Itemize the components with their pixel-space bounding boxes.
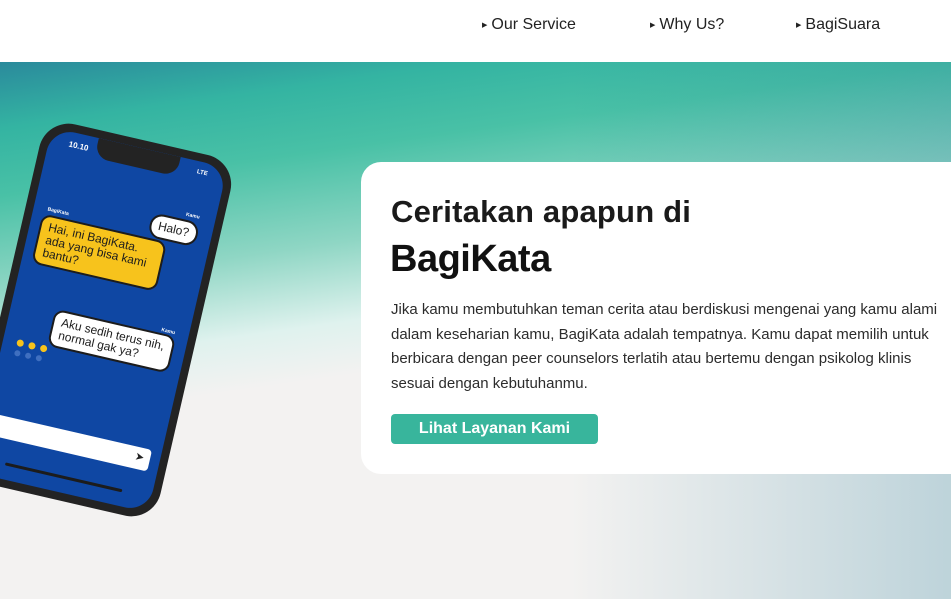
typing-dot bbox=[27, 341, 37, 351]
chat-bubble-user: Aku sedih terus nih, normal gak ya? bbox=[46, 308, 177, 374]
phone-home-bar bbox=[4, 462, 123, 493]
typing-dot bbox=[24, 352, 32, 360]
nav-label: Our Service bbox=[491, 16, 576, 33]
phone-network: LTE bbox=[196, 169, 209, 178]
bullet-triangle-icon: ▶ bbox=[796, 22, 802, 29]
nav-why-us[interactable]: ▶ Why Us? bbox=[650, 16, 724, 34]
hero-heading: Ceritakan apapun di bbox=[391, 194, 692, 229]
typing-dot bbox=[16, 338, 25, 348]
nav-our-service[interactable]: ▶ Our Service bbox=[482, 16, 576, 34]
nav-label: BagiSuara bbox=[805, 16, 881, 33]
typing-indicator-shadow bbox=[13, 349, 43, 362]
chat-bubble-bagikata: Hai, ini BagiKata. ada yang bisa kami ba… bbox=[31, 213, 168, 292]
bullet-triangle-icon: ▶ bbox=[482, 22, 488, 29]
nav-label: Why Us? bbox=[659, 16, 725, 33]
view-services-button[interactable]: Lihat Layanan Kami bbox=[391, 414, 598, 444]
phone-time: 10.10 bbox=[67, 139, 90, 153]
top-navigation: ▶ Our Service ▶ Why Us? ▶ BagiSuara bbox=[0, 0, 951, 62]
bagikata-logo: BagiKata bbox=[390, 238, 551, 280]
typing-dot bbox=[35, 354, 43, 362]
nav-bagisuara[interactable]: ▶ BagiSuara bbox=[796, 16, 880, 34]
typing-dot bbox=[13, 349, 21, 357]
hero-description: Jika kamu membutuhkan teman cerita atau … bbox=[391, 301, 938, 392]
bullet-triangle-icon: ▶ bbox=[650, 22, 656, 29]
typing-dot bbox=[39, 344, 48, 353]
phone-message-input: ➤ bbox=[0, 413, 153, 472]
send-icon: ➤ bbox=[133, 450, 146, 465]
hero-card: Ceritakan apapun di BagiKata Jika kamu m… bbox=[361, 162, 951, 474]
